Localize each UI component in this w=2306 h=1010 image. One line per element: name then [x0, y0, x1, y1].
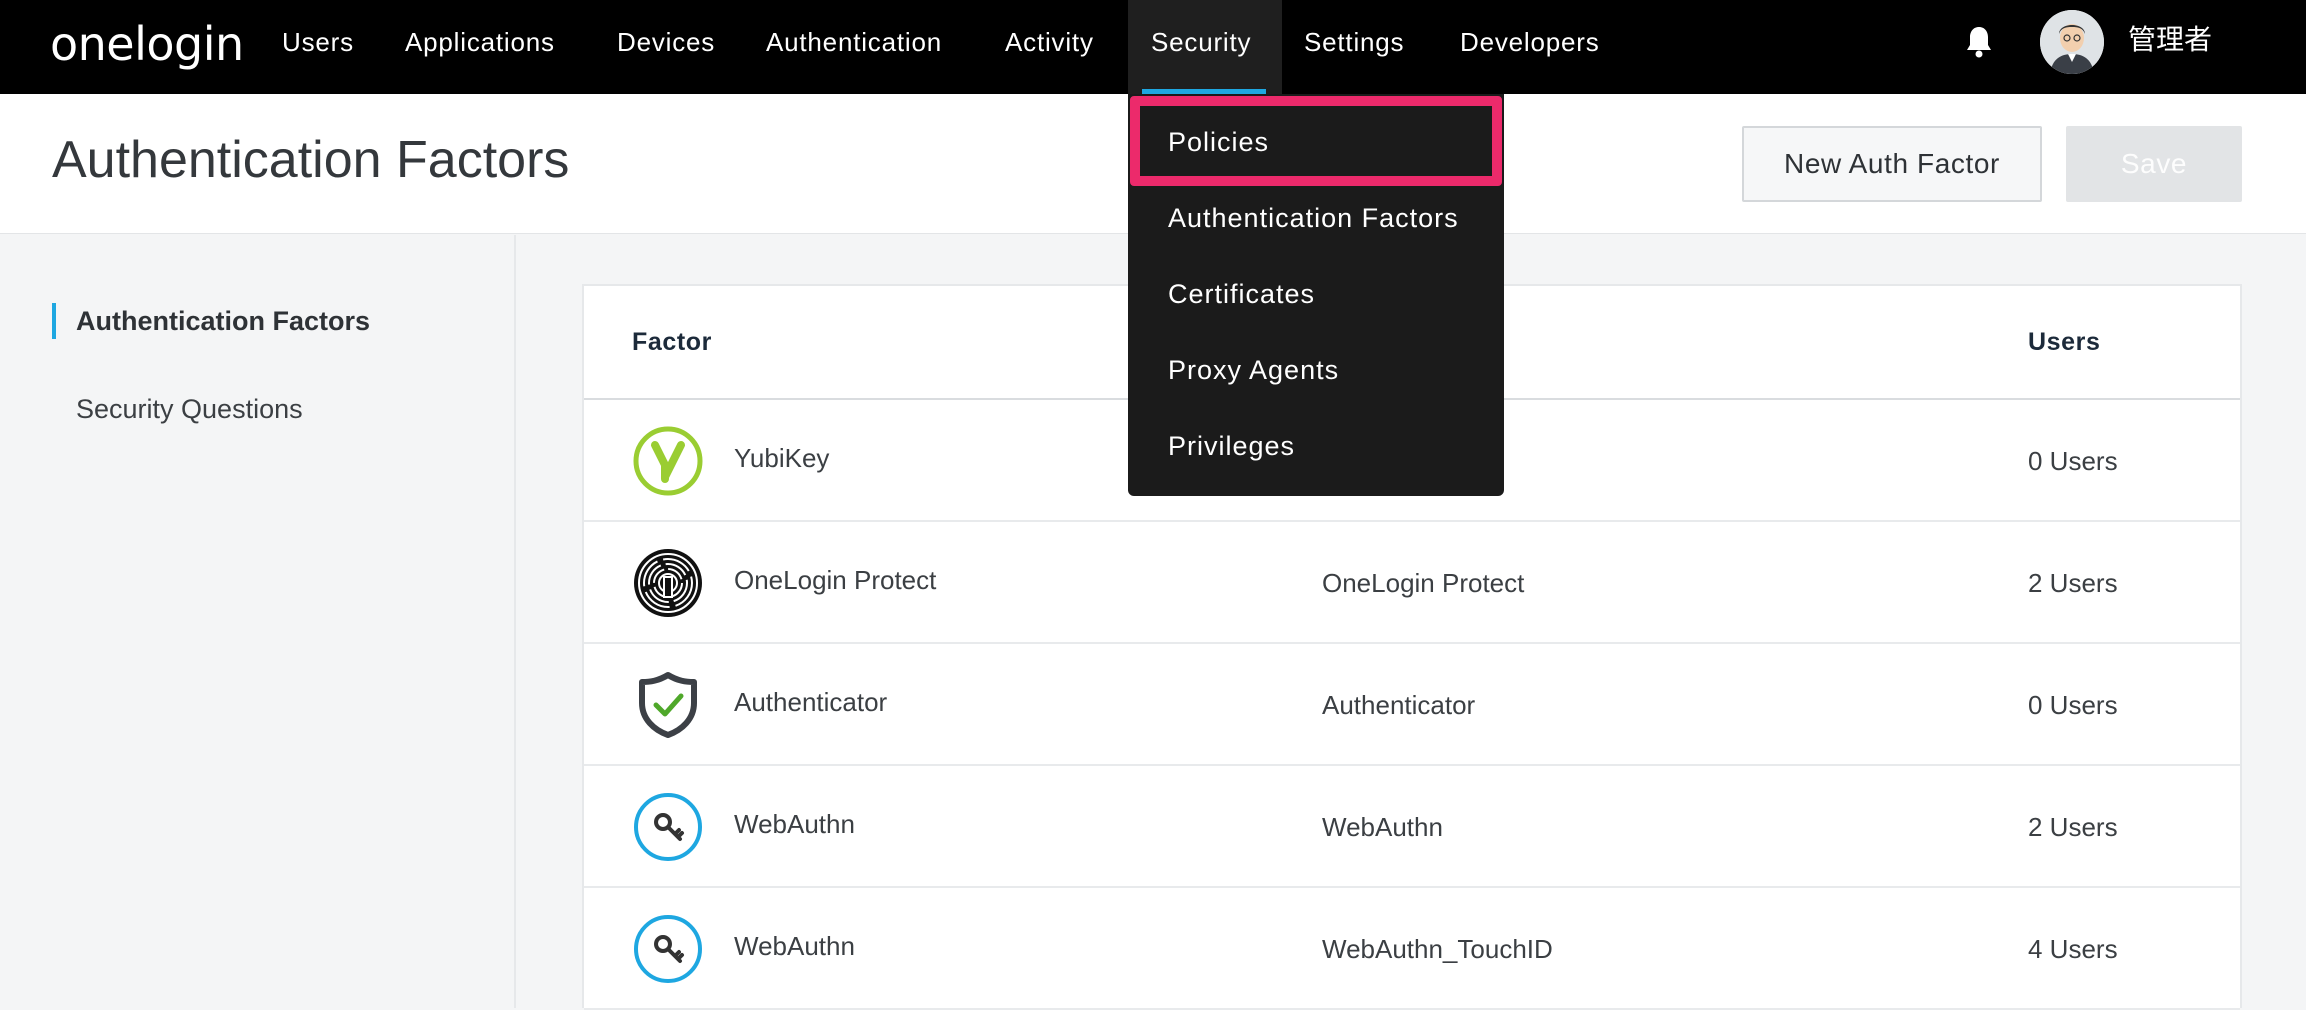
- key-icon: [632, 913, 704, 985]
- sidebar: Authentication Factors Security Question…: [0, 235, 516, 1008]
- onelogin-logo[interactable]: onelogin: [50, 14, 244, 74]
- factor-users: 4 Users: [2028, 934, 2118, 964]
- nav-authentication[interactable]: Authentication: [766, 0, 942, 94]
- factor-users: 0 Users: [2028, 446, 2118, 476]
- nav-applications[interactable]: Applications: [405, 0, 555, 94]
- menu-item-policies[interactable]: Policies: [1128, 104, 1504, 180]
- shield-check-icon: [632, 669, 704, 741]
- nav-settings[interactable]: Settings: [1304, 0, 1404, 94]
- save-button[interactable]: Save: [2066, 126, 2242, 202]
- factor-display-name: WebAuthn: [1322, 812, 1443, 842]
- bell-icon[interactable]: [1964, 24, 1994, 60]
- factor-users: 2 Users: [2028, 568, 2118, 598]
- yubikey-icon: [632, 425, 704, 497]
- column-header-users[interactable]: Users: [2028, 328, 2101, 357]
- avatar[interactable]: [2040, 10, 2104, 74]
- user-name[interactable]: 管理者: [2128, 20, 2212, 60]
- factor-display-name: WebAuthn_TouchID: [1322, 934, 1553, 964]
- sidebar-item-authentication-factors[interactable]: Authentication Factors: [52, 303, 370, 339]
- menu-item-authentication-factors[interactable]: Authentication Factors: [1128, 180, 1504, 256]
- factor-users: 0 Users: [2028, 690, 2118, 720]
- page-title: Authentication Factors: [52, 131, 570, 189]
- nav-security-label: Security: [1151, 27, 1252, 57]
- menu-item-proxy-agents[interactable]: Proxy Agents: [1128, 332, 1504, 408]
- table-row[interactable]: OneLogin Protect OneLogin Protect 2 User…: [584, 522, 2240, 644]
- table-row[interactable]: WebAuthn WebAuthn 2 Users: [584, 766, 2240, 888]
- nav-activity[interactable]: Activity: [1005, 0, 1094, 94]
- column-header-factor[interactable]: Factor: [632, 328, 712, 357]
- menu-item-privileges[interactable]: Privileges: [1128, 408, 1504, 484]
- new-auth-factor-button[interactable]: New Auth Factor: [1742, 126, 2042, 202]
- factor-name: YubiKey: [734, 443, 830, 473]
- nav-security[interactable]: Security: [1128, 0, 1282, 94]
- menu-item-certificates[interactable]: Certificates: [1128, 256, 1504, 332]
- factor-name: Authenticator: [734, 687, 888, 717]
- table-row[interactable]: WebAuthn WebAuthn_TouchID 4 Users: [584, 888, 2240, 1010]
- fingerprint-icon: [632, 547, 704, 619]
- factor-name: WebAuthn: [734, 809, 855, 839]
- nav-devices[interactable]: Devices: [617, 0, 715, 94]
- table-row[interactable]: Authenticator Authenticator 0 Users: [584, 644, 2240, 766]
- factor-users: 2 Users: [2028, 812, 2118, 842]
- top-navigation: onelogin Users Applications Devices Auth…: [0, 0, 2306, 94]
- nav-users[interactable]: Users: [282, 0, 354, 94]
- sidebar-item-security-questions[interactable]: Security Questions: [52, 391, 303, 427]
- factor-display-name: Authenticator: [1322, 690, 1476, 720]
- factor-display-name: OneLogin Protect: [1322, 568, 1525, 598]
- factor-name: OneLogin Protect: [734, 565, 937, 595]
- security-dropdown-menu: Policies Authentication Factors Certific…: [1128, 94, 1504, 496]
- factor-name: WebAuthn: [734, 931, 855, 961]
- nav-developers[interactable]: Developers: [1460, 0, 1600, 94]
- key-icon: [632, 791, 704, 863]
